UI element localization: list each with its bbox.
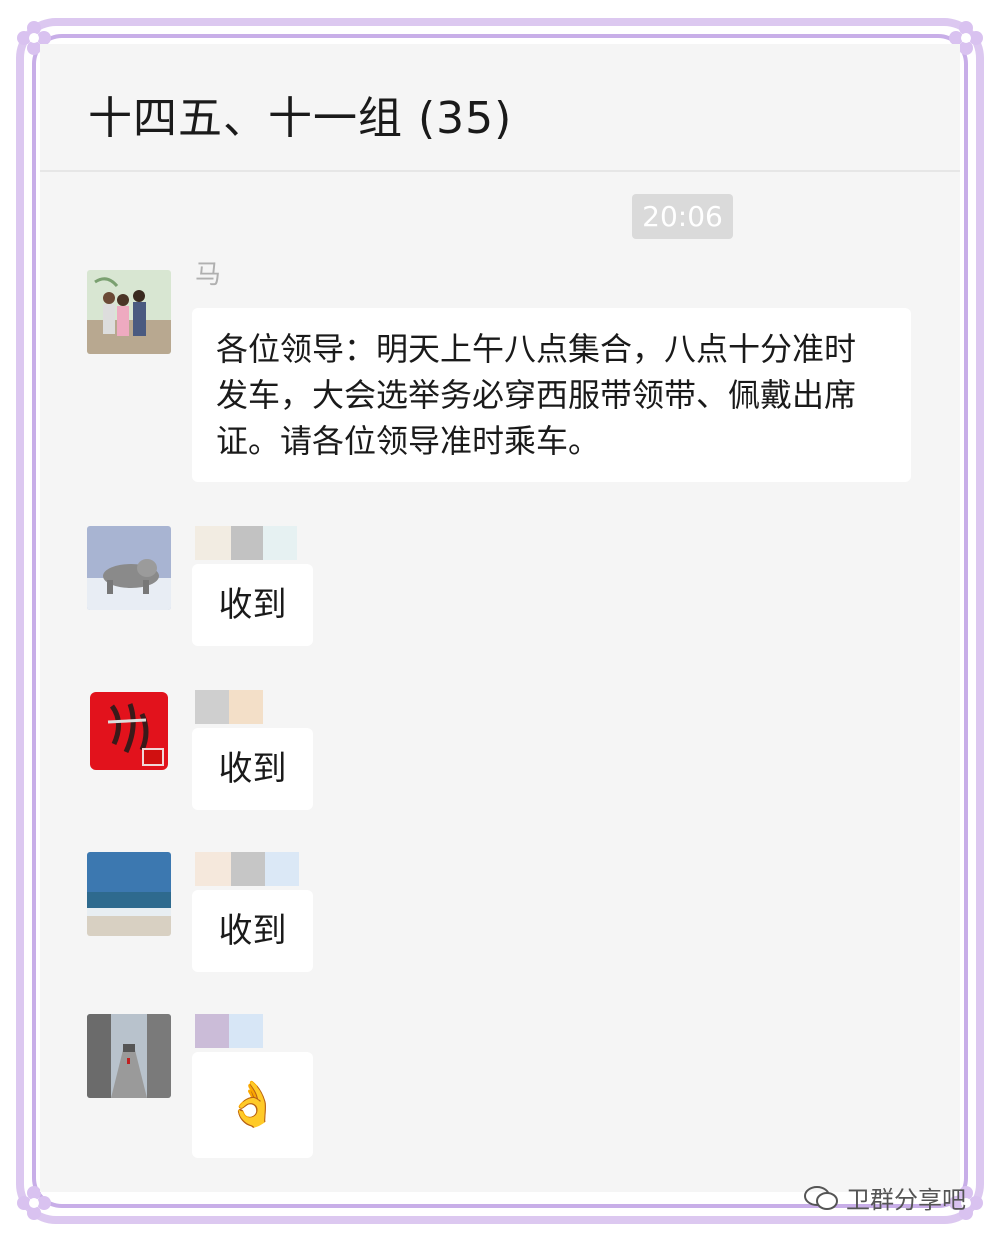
blurred-name (229, 1014, 263, 1048)
blurred-name (229, 690, 263, 724)
avatar[interactable] (87, 270, 171, 354)
avatar[interactable] (87, 852, 171, 936)
blurred-name (195, 690, 229, 724)
message-bubble[interactable]: 收到 (192, 728, 313, 810)
message-bubble[interactable]: 👌 (192, 1052, 313, 1158)
avatar[interactable] (90, 692, 168, 770)
watermark: 卫群分享吧 (804, 1180, 966, 1215)
chat-title: 十四五、十一组 (35) (88, 93, 513, 144)
message-bubble[interactable]: 收到 (192, 890, 313, 972)
avatar[interactable] (87, 526, 171, 610)
chat-window: 十四五、十一组 (35) 20:06 马 各位领导：明天上午八点集合，八点十分准… (40, 44, 960, 1192)
ok-hand-emoji: 👌 (225, 1079, 280, 1130)
wechat-icon (804, 1185, 838, 1210)
timestamp-badge: 20:06 (632, 194, 733, 239)
message-bubble[interactable]: 各位领导：明天上午八点集合，八点十分准时发车，大会选举务必穿西服带领带、佩戴出席… (192, 308, 911, 482)
chat-header: 十四五、十一组 (35) (40, 44, 960, 172)
blurred-name (195, 852, 231, 886)
blurred-name (265, 852, 299, 886)
blurred-name (263, 526, 297, 560)
blurred-name (195, 1014, 229, 1048)
blurred-name (195, 526, 231, 560)
watermark-label: 卫群分享吧 (846, 1186, 966, 1214)
sender-name: 马 (195, 260, 222, 290)
avatar[interactable] (87, 1014, 171, 1098)
message-bubble[interactable]: 收到 (192, 564, 313, 646)
blurred-name (231, 852, 265, 886)
blurred-name (231, 526, 263, 560)
